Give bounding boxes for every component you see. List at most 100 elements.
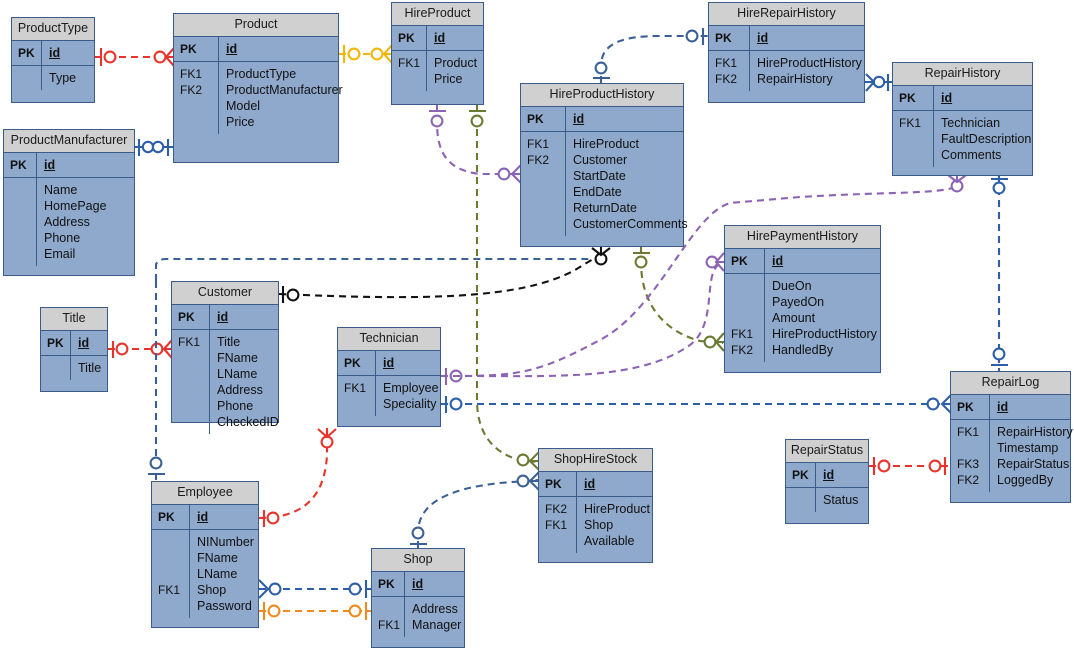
attribute-names: Title FName LName Address Phone CheckedI… (217, 334, 279, 429)
rel-title-customer (108, 339, 173, 359)
entity-pk-row: PK id (152, 504, 258, 530)
pk-field-name: id (934, 86, 1032, 110)
entity-title[interactable]: Title PK id Title (40, 307, 108, 392)
entity-attribute-rows: FK1 FK2 DueOn PayedOn Amount HireProductH… (725, 273, 880, 362)
entity-hireproducthistory[interactable]: HireProductHistory PK id FK1 FK2 HireProduct… (520, 83, 688, 247)
pk-key-label: PK (521, 106, 566, 131)
attribute-names: DueOn PayedOn Amount HireProductHistory … (772, 278, 877, 357)
attribute-names: Title (78, 360, 102, 375)
entity-hirerepairhistory[interactable]: HireRepairHistory PK id FK1 FK2 HireProductH… (708, 2, 865, 103)
pk-underline: id (197, 509, 209, 524)
attribute-names: HireProductHistory RepairHistory (757, 55, 862, 86)
pk-underline: id (44, 157, 56, 172)
attribute-names: RepairHistory Timestamp RepairStatus Log… (997, 424, 1073, 487)
entity-technician[interactable]: Technician PK id FK1 Employee Speciality (337, 327, 441, 427)
attribute-names: Employee Speciality (383, 380, 439, 411)
entity-title: Customer (172, 282, 278, 305)
entity-pk-row: PK id (338, 350, 440, 376)
pk-underline: id (997, 399, 1009, 414)
pk-field-name: id (405, 572, 464, 596)
entity-pk-row: PK id (372, 571, 464, 597)
entity-productmanufacturer[interactable]: ProductManufacturer PK id Name HomePage Add… (3, 129, 135, 276)
entity-repairstatus[interactable]: RepairStatus PK id Status (785, 439, 869, 524)
rel-hirerepairhistory-repairhistory (865, 73, 892, 92)
pk-field-name: id (376, 351, 440, 375)
entity-title: RepairHistory (893, 63, 1032, 86)
entity-pk-row: PK id (893, 85, 1032, 111)
entity-attribute-rows: FK1 Title FName LName Address Phone Check… (172, 329, 279, 434)
pk-underline: id (584, 476, 596, 491)
entity-attribute-rows: FK1 FK2 ProductType ProductManufacturer M… (174, 61, 343, 134)
pk-key-label: PK (372, 571, 405, 596)
entity-hireproduct[interactable]: HireProduct PK id FK1 Product Price (391, 2, 484, 105)
entity-pk-row: PK id (709, 25, 864, 51)
entity-title: HireProductHistory (521, 84, 683, 107)
entity-shop[interactable]: Shop PK id FK1 Address Manager (371, 548, 465, 648)
entity-employee[interactable]: Employee PK id FK1 NINumber FName LName Sho… (151, 481, 259, 628)
entity-repairhistory[interactable]: RepairHistory PK id FK1 Technician FaultDesc… (892, 62, 1033, 176)
pk-key-label: PK (12, 40, 42, 65)
rel-repairhistory-repairlog (991, 176, 1008, 371)
pk-underline: id (757, 30, 769, 45)
entity-customer[interactable]: Customer PK id FK1 Title FName LName Address… (171, 281, 279, 434)
fk-key-labels: FK1 FK2 (725, 273, 765, 362)
entity-attribute-rows: FK1 Product Price (392, 50, 483, 91)
entity-title: ProductManufacturer (4, 130, 134, 153)
entity-title: Employee (152, 482, 258, 505)
entity-product[interactable]: Product PK id FK1 FK2 ProductType ProductMan… (173, 13, 343, 163)
pk-field-name: id (566, 107, 683, 131)
pk-underline: id (49, 45, 61, 60)
attribute-names: Status (823, 492, 859, 507)
pk-field-name: id (577, 472, 652, 496)
rel-hireproduct-hireproducthistory (429, 105, 522, 184)
entity-pk-row: PK id (521, 106, 683, 132)
fk-key-labels (786, 487, 816, 512)
attribute-names: NINumber FName LName Shop Password (197, 534, 254, 613)
entity-title: ShopHireStock (539, 449, 652, 472)
pk-underline: id (78, 335, 90, 350)
entity-pk-row: PK id (725, 248, 880, 274)
rel-employee-technician (258, 428, 337, 527)
pk-underline: id (383, 355, 395, 370)
attribute-names: Name HomePage Address Phone Email (44, 182, 107, 261)
pk-key-label: PK (338, 350, 376, 375)
entity-pk-row: PK id (786, 462, 868, 488)
rel-hireproducthistory-hirepaymenthistory (633, 247, 725, 352)
rel-product-hireproduct (339, 44, 393, 64)
entity-title: Product (174, 14, 338, 37)
fk-key-labels: FK1 FK2 (174, 61, 219, 134)
entity-hirepaymenthistory[interactable]: HirePaymentHistory PK id FK1 FK2 DueOn Paye… (724, 225, 881, 373)
fk-key-labels: FK2 FK1 (539, 496, 577, 553)
er-diagram-canvas: ProductType PK id Type Product PK id FK1 FK2 Pro… (0, 0, 1074, 651)
fk-key-labels: FK1 FK2 (521, 131, 566, 236)
entity-attribute-rows: Name HomePage Address Phone Email (4, 177, 134, 266)
pk-key-label: PK (709, 25, 750, 50)
pk-field-name: id (219, 37, 338, 61)
entity-attribute-rows: FK1 FK2 HireProduct Customer StartDate En… (521, 131, 688, 236)
rel-technician-repairlog (441, 394, 952, 414)
fk-key-labels: FK1 FK2 (709, 50, 750, 91)
pk-key-label: PK (174, 36, 219, 61)
entity-attribute-rows: Status (786, 487, 868, 512)
entity-pk-row: PK id (539, 471, 652, 497)
pk-field-name: id (71, 331, 107, 355)
entity-attribute-rows: Title (41, 355, 107, 380)
rel-employee-shop-manager (259, 602, 371, 620)
entity-producttype[interactable]: ProductType PK id Type (11, 17, 95, 103)
entity-pk-row: PK id (174, 36, 338, 62)
pk-field-name: id (750, 26, 864, 50)
entity-repairlog[interactable]: RepairLog PK id FK1 FK3 FK2 RepairHistory Ti… (950, 371, 1073, 503)
pk-key-label: PK (4, 152, 37, 177)
pk-field-name: id (37, 153, 134, 177)
pk-field-name: id (816, 463, 868, 487)
pk-field-name: id (765, 249, 880, 273)
pk-key-label: PK (152, 504, 190, 529)
pk-underline: id (226, 41, 238, 56)
entity-shophirestock[interactable]: ShopHireStock PK id FK2 FK1 HireProduct Shop… (538, 448, 653, 563)
pk-key-label: PK (951, 394, 990, 419)
pk-key-label: PK (725, 248, 765, 273)
pk-field-name: id (42, 41, 94, 65)
entity-pk-row: PK id (172, 304, 278, 330)
rel-technician-hirepaymenthistory (441, 252, 725, 378)
entity-title: Technician (338, 328, 440, 351)
